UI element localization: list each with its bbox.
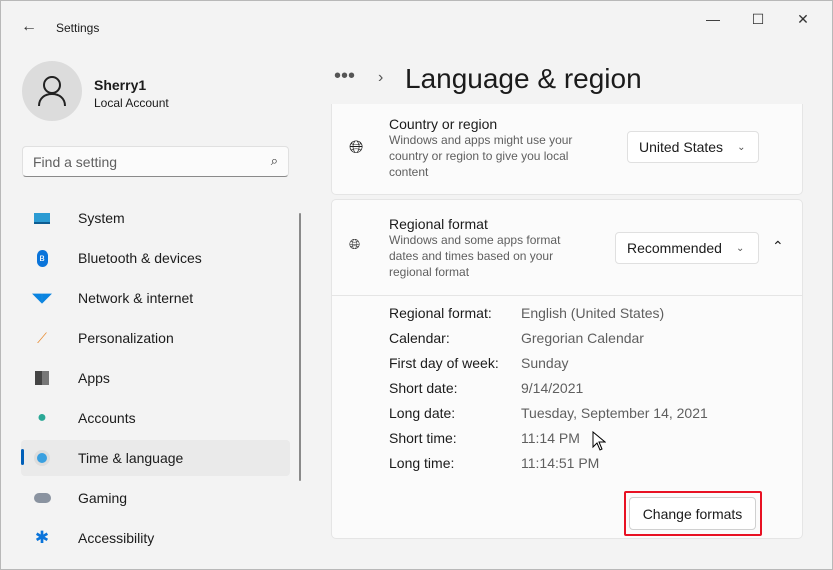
format-label: Calendar: xyxy=(389,330,450,346)
regional-title: Regional format xyxy=(389,216,488,232)
country-region-card: 🌐︎ Country or region Windows and apps mi… xyxy=(331,104,803,195)
regional-value: Recommended xyxy=(627,240,722,256)
format-value: 9/14/2021 xyxy=(521,380,584,396)
sidebar-item-label: Accessibility xyxy=(78,530,155,546)
sidebar-item-label: Bluetooth & devices xyxy=(78,250,202,266)
format-label: Long date: xyxy=(389,405,456,421)
breadcrumb-more[interactable]: ••• xyxy=(334,65,355,88)
mouse-cursor-icon xyxy=(592,431,606,451)
avatar[interactable] xyxy=(22,61,82,121)
gamepad-icon xyxy=(33,489,51,507)
format-value: 11:14:51 PM xyxy=(521,455,600,471)
sidebar-item-label: System xyxy=(78,210,125,226)
person-icon: ● xyxy=(37,409,47,426)
format-value: Gregorian Calendar xyxy=(521,330,644,346)
country-dropdown[interactable]: United States ⌄ xyxy=(627,131,759,163)
sidebar-item-label: Accounts xyxy=(78,410,136,426)
close-button[interactable]: ✕ xyxy=(791,11,815,31)
person-icon xyxy=(38,76,66,107)
sidebar-item-accounts[interactable]: ● Accounts xyxy=(21,400,290,436)
maximize-button[interactable]: ☐ xyxy=(746,11,770,31)
back-button[interactable]: ← xyxy=(21,18,37,36)
format-label: First day of week: xyxy=(389,355,499,371)
accessibility-icon: ✱ xyxy=(34,528,50,547)
search-placeholder: Find a setting xyxy=(33,154,118,170)
chevron-down-icon: ⌄ xyxy=(737,141,746,153)
divider xyxy=(332,295,802,296)
sidebar-item-network-internet[interactable]: ◥◤ Network & internet xyxy=(21,280,290,316)
sidebar-item-label: Network & internet xyxy=(78,290,194,306)
sidebar-item-apps[interactable]: Apps xyxy=(21,360,290,396)
system-icon xyxy=(33,209,51,227)
window-title: Settings xyxy=(56,21,100,35)
country-title: Country or region xyxy=(389,116,498,132)
user-name: Sherry1 xyxy=(94,77,147,93)
bluetooth-icon: ʙ xyxy=(33,249,51,267)
account-type: Local Account xyxy=(94,96,169,110)
sidebar-item-label: Gaming xyxy=(78,490,128,506)
format-label: Regional format: xyxy=(389,305,492,321)
minimize-button[interactable]: — xyxy=(701,11,725,31)
globe-icon: 🌐︎ xyxy=(349,137,364,157)
page-title: Language & region xyxy=(405,63,642,94)
sidebar-item-time-language[interactable]: Time & language xyxy=(21,440,290,476)
sidebar-item-personalization[interactable]: ⟋ Personalization xyxy=(21,320,290,356)
highlight-box xyxy=(624,491,762,536)
sidebar-item-label: Apps xyxy=(78,370,110,386)
sidebar-item-label: Personalization xyxy=(78,330,174,346)
sidebar-item-label: Time & language xyxy=(78,450,184,466)
country-value: United States xyxy=(639,139,724,155)
wifi-icon: ◥◤ xyxy=(32,290,52,305)
sidebar-scrollbar[interactable] xyxy=(299,213,301,481)
country-desc: Windows and apps might use your country … xyxy=(389,133,573,179)
selected-indicator xyxy=(21,449,24,465)
search-input[interactable]: Find a setting ⌕ xyxy=(22,146,289,177)
breadcrumb-chevron-icon: › xyxy=(378,69,384,86)
format-label: Short date: xyxy=(389,380,458,396)
brush-icon: ⟋ xyxy=(37,329,47,346)
regional-dropdown[interactable]: Recommended ⌄ xyxy=(615,232,759,264)
format-value: English (United States) xyxy=(521,305,665,321)
format-label: Long time: xyxy=(389,455,455,471)
chevron-down-icon: ⌄ xyxy=(735,242,745,254)
sidebar-item-system[interactable]: System xyxy=(21,200,290,236)
format-value: Tuesday, September 14, 2021 xyxy=(521,405,708,421)
apps-icon xyxy=(33,369,51,387)
regional-desc: Windows and some apps format dates and t… xyxy=(389,233,561,279)
sidebar-item-bluetooth-devices[interactable]: ʙ Bluetooth & devices xyxy=(21,240,290,276)
sidebar-item-gaming[interactable]: Gaming xyxy=(21,480,290,516)
format-value: Sunday xyxy=(521,355,569,371)
clock-globe-icon xyxy=(33,449,51,467)
sidebar-item-accessibility[interactable]: ✱ Accessibility xyxy=(21,520,290,556)
language-format-icon: 🌐︎ xyxy=(349,236,361,252)
search-icon: ⌕ xyxy=(270,153,278,168)
collapse-chevron-icon[interactable]: ⌃ xyxy=(772,238,784,255)
format-value: 11:14 PM xyxy=(521,430,580,446)
format-label: Short time: xyxy=(389,430,457,446)
